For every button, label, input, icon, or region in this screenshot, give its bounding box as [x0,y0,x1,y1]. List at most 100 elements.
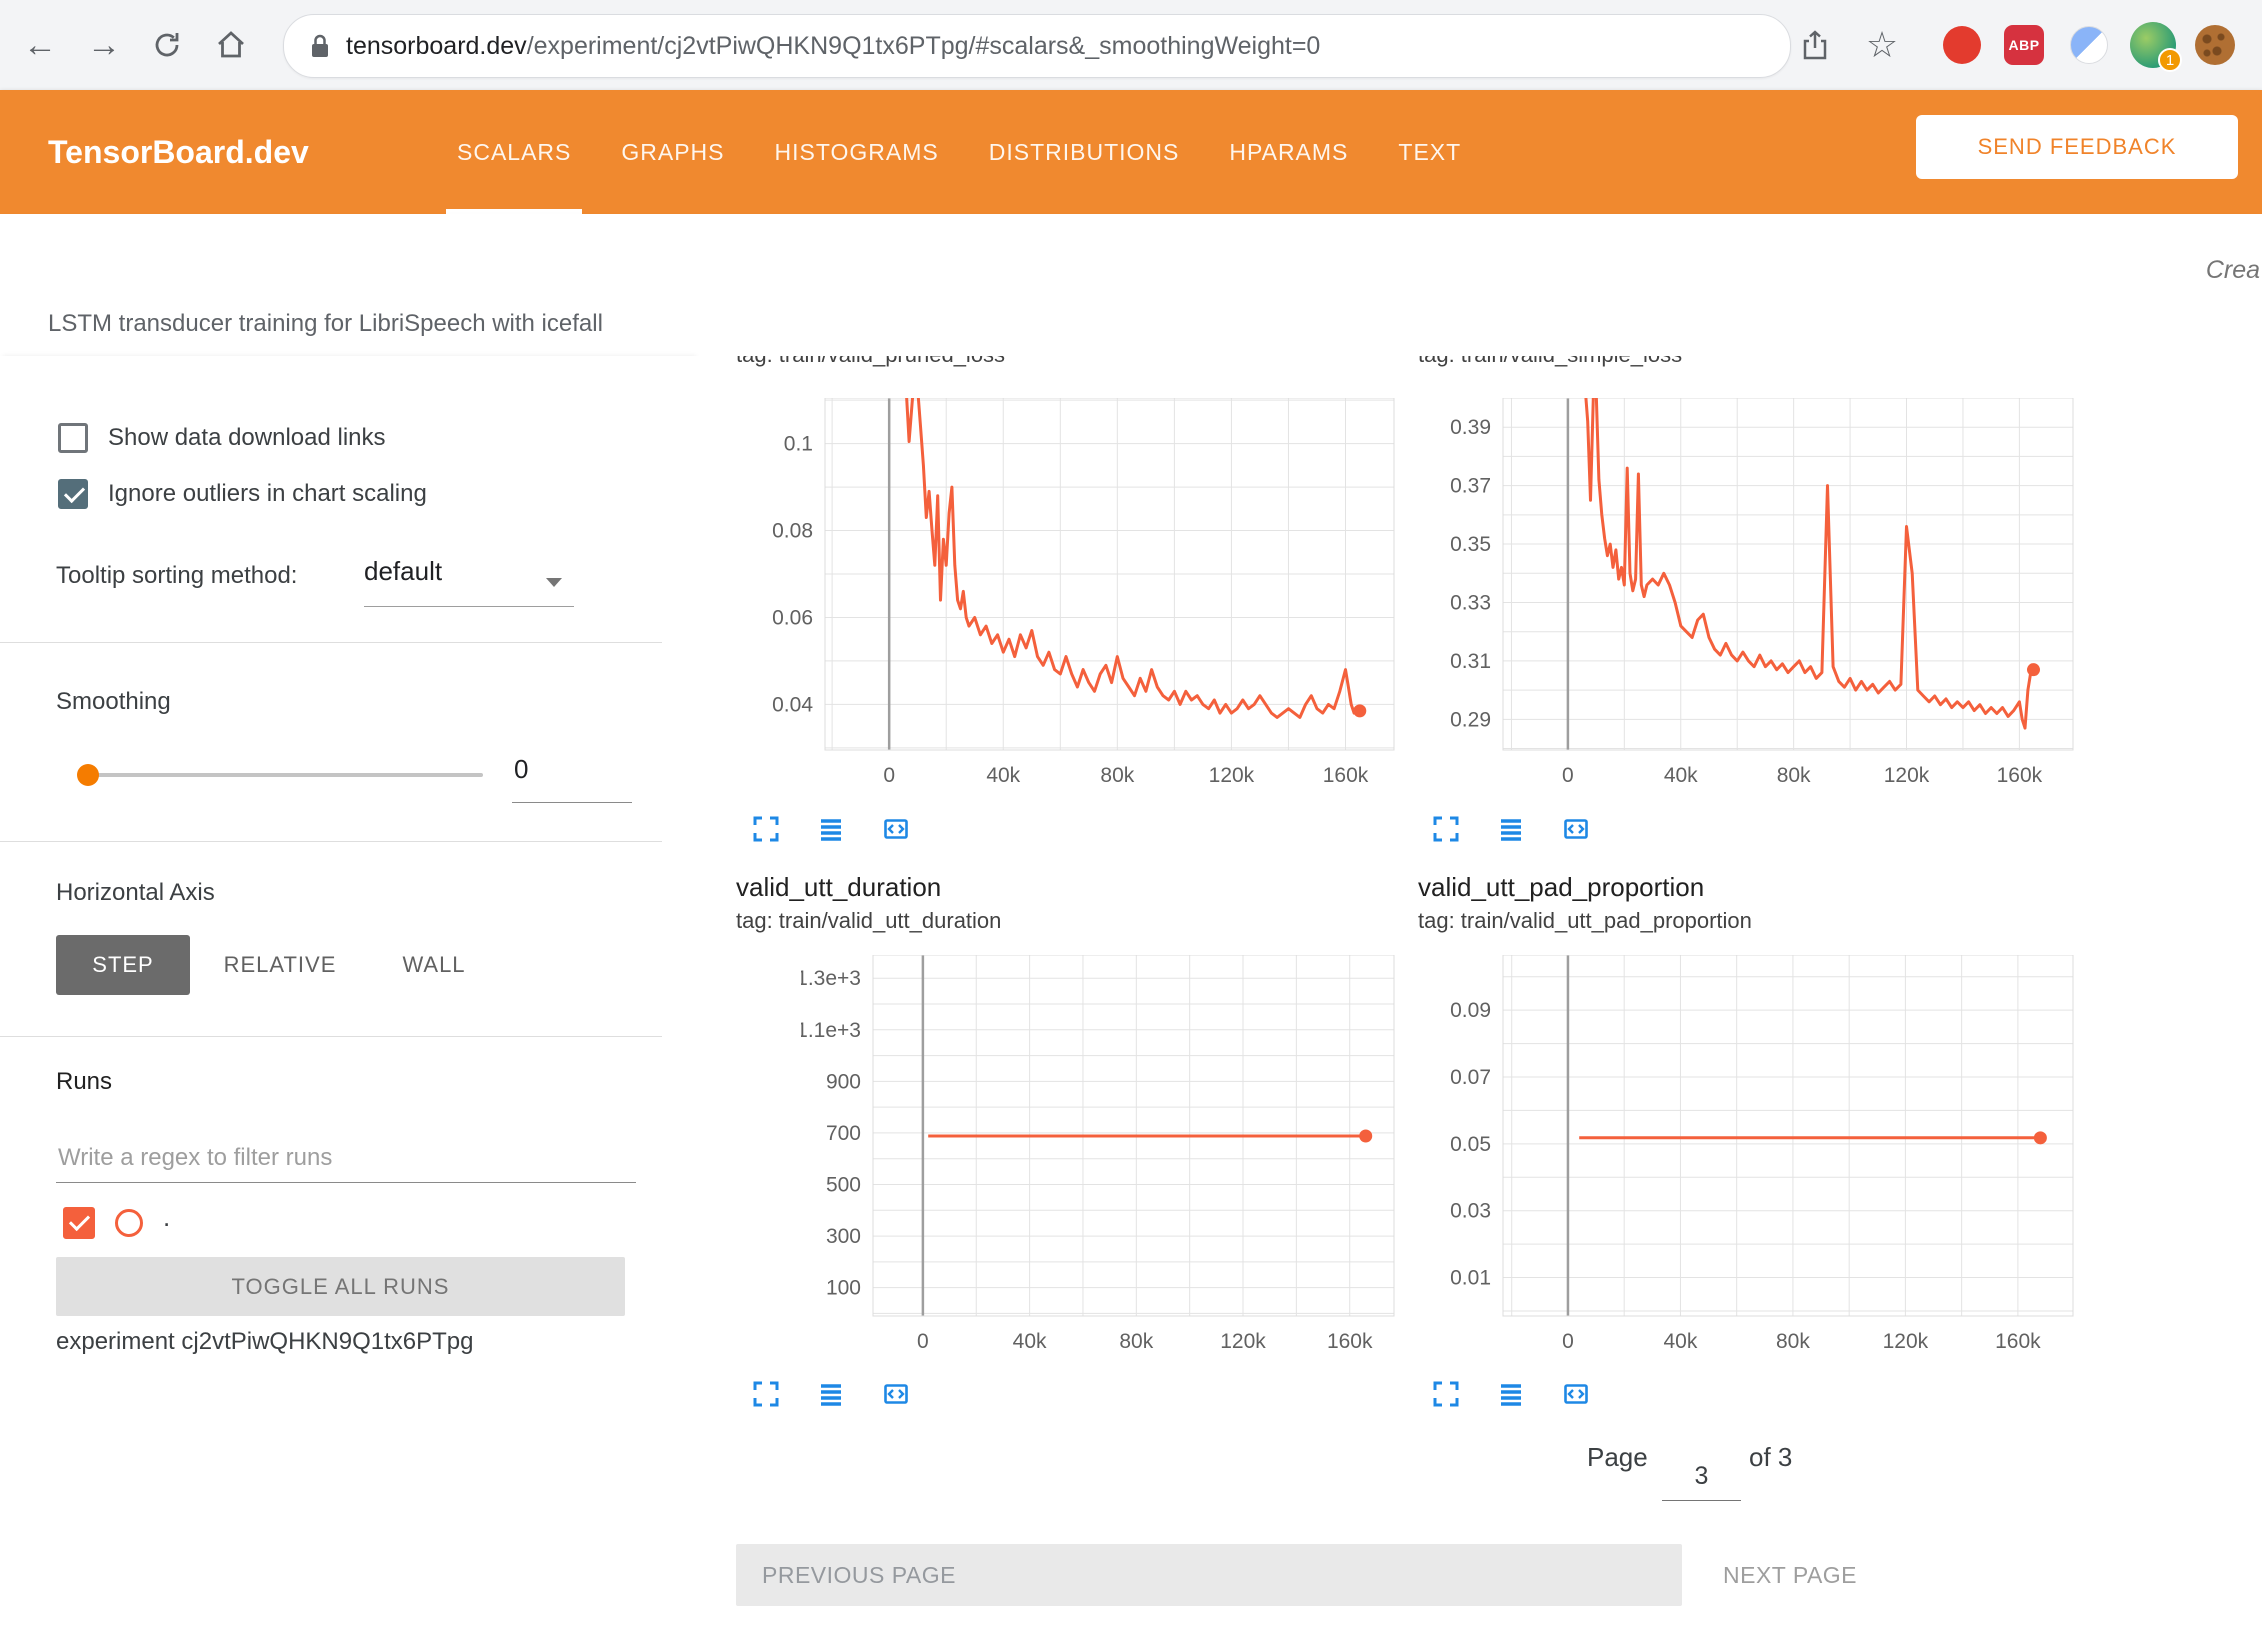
extension-abp-icon[interactable]: ABP [2004,25,2044,65]
svg-text:0: 0 [1562,1330,1574,1353]
abp-glyph: ABP [2004,25,2044,65]
chevron-down-icon[interactable] [546,578,562,587]
chart-tr-toolbar [1431,814,1591,844]
svg-text:40k: 40k [1664,764,1698,787]
home-icon[interactable] [211,25,251,65]
data-series-icon[interactable] [816,814,846,844]
tooltip-sorting-label: Tooltip sorting method: [56,562,297,590]
svg-text:0.33: 0.33 [1450,591,1491,614]
address-bar[interactable]: tensorboard.dev/experiment/cj2vtPiwQHKN9… [283,14,1791,78]
smoothing-value-underline [512,802,632,803]
fit-domain-icon[interactable] [1561,1379,1591,1409]
tooltip-sorting-underline [364,606,574,607]
chart-tl-clipped-subtitle: tag: train/valid_pruned_loss [736,356,1376,371]
chart-valid-utt-duration: 040k80k120k160k1003005007009001.1e+31.3e… [801,955,1430,1367]
run-name: . [163,1202,170,1233]
svg-text:0.07: 0.07 [1450,1066,1491,1089]
tab-scalars[interactable]: SCALARS [432,90,596,214]
fit-domain-icon[interactable] [881,814,911,844]
settings-sidebar: Show data download links Ignore outliers… [0,356,693,1636]
share-icon[interactable] [1795,25,1835,65]
chart-tl-toolbar [751,814,911,844]
tab-hparams[interactable]: HPARAMS [1204,90,1373,214]
ignore-outliers-row[interactable]: Ignore outliers in chart scaling [58,476,427,512]
chart-tl-subtitle-text: tag: train/valid_pruned_loss [736,356,1376,370]
svg-text:160k: 160k [1995,1330,2041,1353]
extension-misc-icon[interactable] [2069,25,2109,65]
next-page-button[interactable]: NEXT PAGE [1717,1544,1863,1606]
data-series-icon[interactable] [816,1379,846,1409]
expand-chart-icon[interactable] [751,1379,781,1409]
axis-relative-button[interactable]: RELATIVE [213,935,347,995]
create-link-truncated[interactable]: Crea [2206,256,2260,285]
fit-domain-icon[interactable] [1561,814,1591,844]
chart-valid-simple-loss: 040k80k120k160k0.290.310.330.350.370.39 [1431,398,2109,801]
fit-domain-icon[interactable] [881,1379,911,1409]
svg-text:0.08: 0.08 [772,520,813,543]
tab-histograms[interactable]: HISTOGRAMS [750,90,964,214]
reload-icon[interactable] [147,25,187,65]
smoothing-label: Smoothing [56,688,171,716]
chart-valid-pruned-loss: 040k80k120k160k0.040.060.080.1 [753,398,1430,801]
expand-chart-icon[interactable] [751,814,781,844]
svg-text:40k: 40k [1664,1330,1698,1353]
svg-text:160k: 160k [1323,764,1369,787]
show-download-links-row[interactable]: Show data download links [58,420,386,456]
forward-icon[interactable]: → [84,25,124,65]
lock-icon [308,32,332,60]
app-logo: TensorBoard.dev [48,90,309,214]
tab-graphs[interactable]: GRAPHS [596,90,749,214]
svg-text:0.35: 0.35 [1450,533,1491,556]
profile-avatar[interactable]: 1 [2130,22,2176,68]
svg-text:0: 0 [883,764,895,787]
runs-filter-input[interactable] [56,1134,636,1183]
extension-adblock-icon[interactable] [1942,25,1982,65]
expand-chart-icon[interactable] [1431,814,1461,844]
send-feedback-button[interactable]: SEND FEEDBACK [1916,115,2238,179]
tab-text[interactable]: TEXT [1373,90,1486,214]
previous-page-button[interactable]: PREVIOUS PAGE [736,1544,1682,1606]
cookie-icon[interactable] [2195,25,2235,65]
svg-text:100: 100 [826,1277,861,1300]
main-nav: SCALARS GRAPHS HISTOGRAMS DISTRIBUTIONS … [432,90,1486,214]
svg-text:0.09: 0.09 [1450,999,1491,1022]
svg-text:0.03: 0.03 [1450,1200,1491,1223]
chart-tr-subtitle-text: tag: train/valid_simple_loss [1418,356,2058,370]
run-color-swatch[interactable] [115,1209,143,1237]
svg-text:0.04: 0.04 [772,693,813,716]
browser-toolbar: ← → tensorboard.dev/experiment/cj2vtPiwQ… [0,0,2262,91]
smoothing-slider-thumb[interactable] [77,764,99,786]
ignore-outliers-checkbox[interactable] [58,479,88,509]
smoothing-value[interactable]: 0 [514,754,528,785]
show-download-links-checkbox[interactable] [58,423,88,453]
chart-br-title: valid_utt_pad_proportion [1418,872,1704,903]
cookie-glyph [2195,25,2235,65]
axis-step-button[interactable]: STEP [56,935,190,995]
page-of-label: of 3 [1749,1442,1792,1473]
axis-wall-button[interactable]: WALL [388,935,480,995]
expand-chart-icon[interactable] [1431,1379,1461,1409]
svg-text:0: 0 [1562,764,1574,787]
data-series-icon[interactable] [1496,814,1526,844]
experiment-title: LSTM transducer training for LibriSpeech… [48,310,603,338]
bookmark-star-icon[interactable]: ☆ [1862,25,1902,65]
svg-text:120k: 120k [1884,764,1930,787]
svg-text:80k: 80k [1100,764,1134,787]
url-domain: tensorboard.dev [346,32,527,60]
data-series-icon[interactable] [1496,1379,1526,1409]
page-number-input[interactable] [1662,1452,1741,1501]
charts-panel: tag: train/valid_pruned_loss tag: train/… [693,356,2262,1636]
svg-text:700: 700 [826,1122,861,1145]
adblock-glyph [1943,26,1981,64]
toggle-all-runs-button[interactable]: TOGGLE ALL RUNS [56,1257,625,1316]
run-checkbox[interactable] [63,1207,95,1239]
svg-text:300: 300 [826,1225,861,1248]
tooltip-sorting-select[interactable]: default [364,556,442,587]
subheader: Crea LSTM transducer training for LibriS… [0,214,2262,357]
svg-text:0.06: 0.06 [772,606,813,629]
show-download-links-label: Show data download links [108,424,386,452]
runs-label: Runs [56,1068,112,1096]
tab-distributions[interactable]: DISTRIBUTIONS [964,90,1205,214]
back-icon[interactable]: ← [20,25,60,65]
smoothing-slider-track[interactable] [79,773,483,777]
